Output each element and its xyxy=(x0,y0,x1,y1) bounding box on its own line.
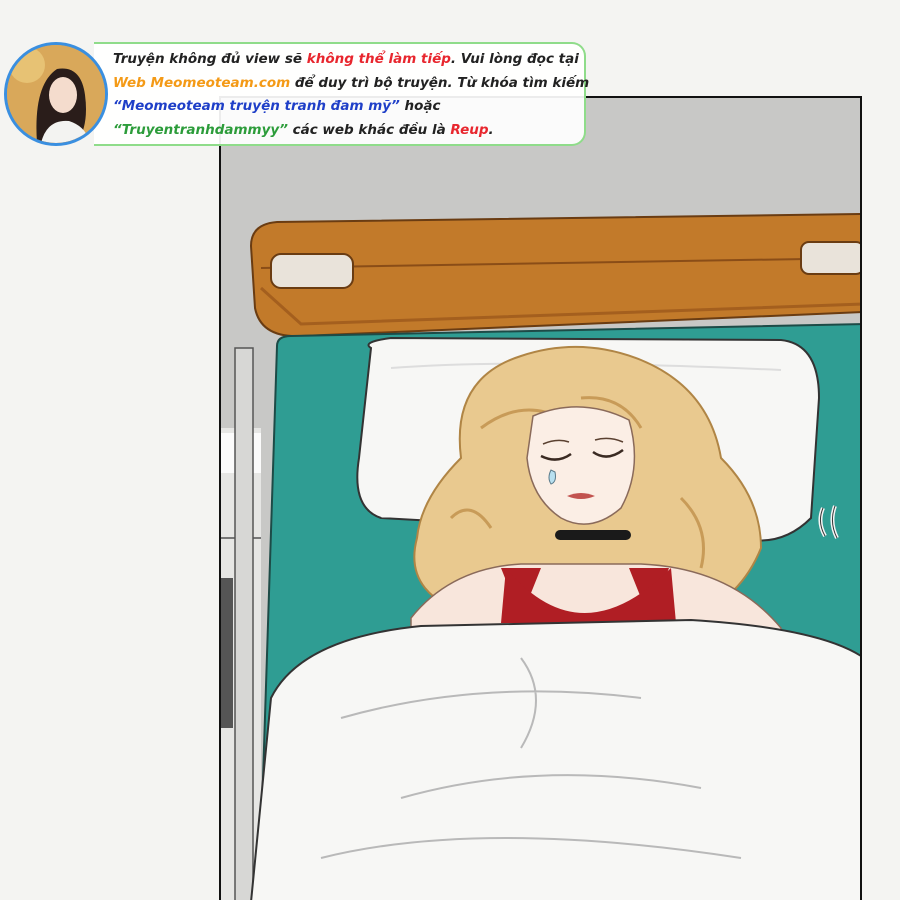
sweat-drop-icon xyxy=(548,469,556,485)
panel-illustration xyxy=(221,98,860,900)
notice-line-4: “Truyentranhdammyy” các web khác đều là … xyxy=(113,121,494,138)
girl-avatar-icon xyxy=(4,42,108,146)
blanket xyxy=(250,618,860,900)
notice-line-1: Truyện không đủ view sẽ không thể làm ti… xyxy=(113,51,579,67)
site-link[interactable]: Web Meomeoteam.com xyxy=(113,75,290,91)
warning-text: không thể làm tiếp xyxy=(306,51,451,67)
notice-line-3: “Meomeoteam truyện tranh đam mỹ” hoặc xyxy=(113,98,441,114)
reup-text: Reup xyxy=(450,121,489,138)
notice-line-2: Web Meomeoteam.com để duy trì bộ truyện.… xyxy=(113,74,590,91)
search-keyword-1: “Meomeoteam truyện tranh đam mỹ” xyxy=(113,98,400,114)
scanlation-notice: Truyện không đủ view sẽ không thể làm ti… xyxy=(4,42,590,148)
comic-panel xyxy=(219,96,862,900)
choker xyxy=(555,530,631,540)
notice-text: Truyện không đủ view sẽ không thể làm ti… xyxy=(113,48,590,142)
search-keyword-2: “Truyentranhdammyy” xyxy=(113,121,288,138)
